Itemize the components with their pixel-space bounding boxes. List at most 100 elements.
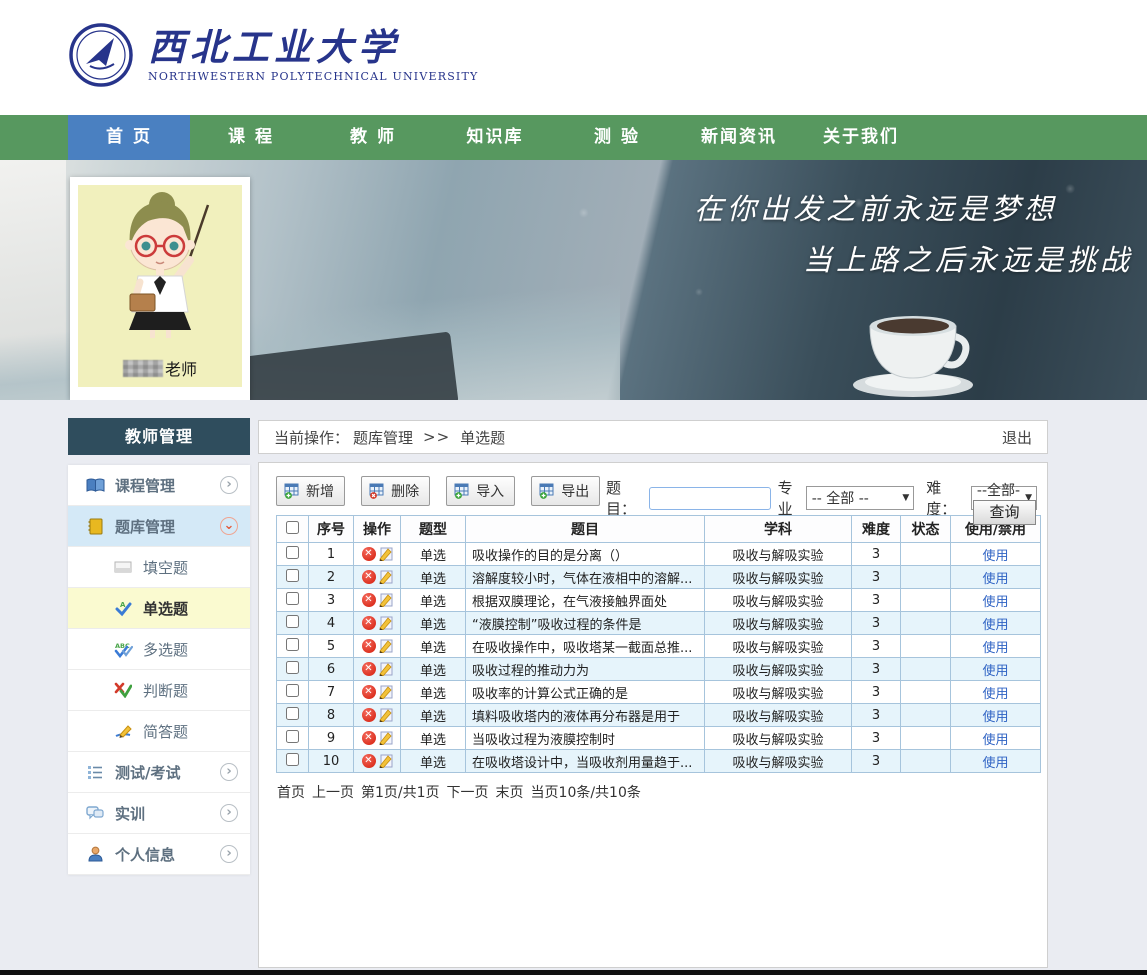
- nav-item-quiz[interactable]: 测 验: [556, 115, 678, 160]
- row-checkbox[interactable]: [286, 638, 299, 651]
- pagination-last[interactable]: 末页: [496, 782, 524, 802]
- row-no: 4: [309, 612, 354, 635]
- edit-row-icon[interactable]: [379, 593, 393, 607]
- sidebar-item-multi-choice[interactable]: ABC 多选题: [68, 629, 250, 670]
- delete-row-icon[interactable]: ✕: [362, 731, 376, 745]
- sidebar-item-label: 简答题: [143, 721, 188, 742]
- query-button[interactable]: 查询: [973, 500, 1036, 525]
- sidebar-item-practical-training[interactable]: 实训 ›: [68, 793, 250, 834]
- sidebar-item-fill-blank[interactable]: 填空题: [68, 547, 250, 588]
- sidebar-item-label: 填空题: [143, 557, 188, 578]
- row-difficulty: 3: [852, 750, 901, 773]
- delete-row-icon[interactable]: ✕: [362, 547, 376, 561]
- row-checkbox-cell: [277, 589, 309, 612]
- edit-row-icon[interactable]: [379, 616, 393, 630]
- title-filter-input[interactable]: [649, 487, 771, 510]
- nav-item-teachers[interactable]: 教 师: [312, 115, 434, 160]
- table-row: 4✕单选“液膜控制”吸收过程的条件是吸收与解吸实验3使用: [277, 612, 1041, 635]
- sidebar-item-label: 单选题: [143, 598, 188, 619]
- sidebar-item-single-choice[interactable]: A 单选题: [68, 588, 250, 629]
- row-title: “液膜控制”吸收过程的条件是: [466, 612, 705, 635]
- usage-toggle-link[interactable]: 使用: [982, 572, 1008, 587]
- export-button[interactable]: 导出: [531, 476, 600, 506]
- edit-row-icon[interactable]: [379, 708, 393, 722]
- delete-row-icon[interactable]: ✕: [362, 570, 376, 584]
- edit-row-icon[interactable]: [379, 547, 393, 561]
- header-action: 操作: [354, 516, 401, 543]
- row-checkbox[interactable]: [286, 684, 299, 697]
- import-button[interactable]: 导入: [446, 476, 515, 506]
- header-difficulty: 难度: [852, 516, 901, 543]
- delete-button-label: 删除: [391, 481, 419, 501]
- header-type: 题型: [401, 516, 466, 543]
- table-header-row: 序号 操作 题型 题目 学科 难度 状态 使用/禁用: [277, 516, 1041, 543]
- row-type: 单选: [401, 543, 466, 566]
- grid-plus-icon: [284, 483, 300, 499]
- row-title: 吸收过程的推动力为: [466, 658, 705, 681]
- row-checkbox[interactable]: [286, 730, 299, 743]
- sidebar-item-course-management[interactable]: 课程管理 ›: [68, 465, 250, 506]
- row-usage-cell: 使用: [951, 612, 1041, 635]
- nav-item-home[interactable]: 首 页: [68, 115, 190, 160]
- delete-row-icon[interactable]: ✕: [362, 754, 376, 768]
- usage-toggle-link[interactable]: 使用: [982, 641, 1008, 656]
- edit-row-icon[interactable]: [379, 731, 393, 745]
- grid-delete-icon: [369, 483, 385, 499]
- sidebar-item-question-bank[interactable]: 题库管理 ⌄: [68, 506, 250, 547]
- nav-item-courses[interactable]: 课 程: [190, 115, 312, 160]
- usage-toggle-link[interactable]: 使用: [982, 687, 1008, 702]
- edit-row-icon[interactable]: [379, 685, 393, 699]
- usage-toggle-link[interactable]: 使用: [982, 595, 1008, 610]
- logout-link[interactable]: 退出: [1002, 427, 1032, 448]
- major-select[interactable]: -- 全部 -- ▼: [806, 486, 915, 510]
- usage-toggle-link[interactable]: 使用: [982, 664, 1008, 679]
- sidebar-menu: 课程管理 › 题库管理 ⌄ 填空题 A 单选题: [68, 465, 250, 875]
- row-title: 填料吸收塔内的液体再分布器是用于: [466, 704, 705, 727]
- delete-row-icon[interactable]: ✕: [362, 685, 376, 699]
- row-usage-cell: 使用: [951, 704, 1041, 727]
- sidebar-item-personal-info[interactable]: 个人信息 ›: [68, 834, 250, 875]
- select-all-checkbox[interactable]: [286, 521, 299, 534]
- row-checkbox[interactable]: [286, 753, 299, 766]
- usage-toggle-link[interactable]: 使用: [982, 710, 1008, 725]
- delete-row-icon[interactable]: ✕: [362, 593, 376, 607]
- top-header: 西北工业大学 NORTHWESTERN POLYTECHNICAL UNIVER…: [0, 0, 1147, 115]
- delete-row-icon[interactable]: ✕: [362, 662, 376, 676]
- sidebar-item-true-false[interactable]: 判断题: [68, 670, 250, 711]
- delete-row-icon[interactable]: ✕: [362, 708, 376, 722]
- row-status: [901, 704, 951, 727]
- grid-export-icon: [539, 483, 555, 499]
- row-checkbox[interactable]: [286, 592, 299, 605]
- edit-row-icon[interactable]: [379, 754, 393, 768]
- pagination-first[interactable]: 首页: [277, 782, 305, 802]
- row-checkbox[interactable]: [286, 707, 299, 720]
- delete-row-icon[interactable]: ✕: [362, 639, 376, 653]
- pagination-prev[interactable]: 上一页: [312, 782, 354, 802]
- question-table: 序号 操作 题型 题目 学科 难度 状态 使用/禁用 1✕单选吸收操作的目的是分…: [276, 515, 1041, 773]
- row-checkbox[interactable]: [286, 661, 299, 674]
- nav-item-about[interactable]: 关于我们: [800, 115, 922, 160]
- delete-row-icon[interactable]: ✕: [362, 616, 376, 630]
- sidebar-item-tests-exams[interactable]: 测试/考试 ›: [68, 752, 250, 793]
- edit-row-icon[interactable]: [379, 662, 393, 676]
- pagination-next[interactable]: 下一页: [447, 782, 489, 802]
- nav-item-knowledge-base[interactable]: 知识库: [434, 115, 556, 160]
- edit-row-icon[interactable]: [379, 639, 393, 653]
- row-checkbox[interactable]: [286, 569, 299, 582]
- usage-toggle-link[interactable]: 使用: [982, 618, 1008, 633]
- usage-toggle-link[interactable]: 使用: [982, 549, 1008, 564]
- usage-toggle-link[interactable]: 使用: [982, 756, 1008, 771]
- nav-item-news[interactable]: 新闻资讯: [678, 115, 800, 160]
- edit-row-icon[interactable]: [379, 570, 393, 584]
- row-checkbox[interactable]: [286, 615, 299, 628]
- main-content: 当前操作： 题库管理 >> 单选题 退出 新增 删除 导入: [258, 420, 1048, 968]
- add-button[interactable]: 新增: [276, 476, 345, 506]
- row-checkbox[interactable]: [286, 546, 299, 559]
- usage-toggle-link[interactable]: 使用: [982, 733, 1008, 748]
- row-no: 5: [309, 635, 354, 658]
- sidebar-item-short-answer[interactable]: 简答题: [68, 711, 250, 752]
- row-subject: 吸收与解吸实验: [705, 704, 852, 727]
- row-usage-cell: 使用: [951, 635, 1041, 658]
- delete-button[interactable]: 删除: [361, 476, 430, 506]
- person-icon: [84, 846, 106, 862]
